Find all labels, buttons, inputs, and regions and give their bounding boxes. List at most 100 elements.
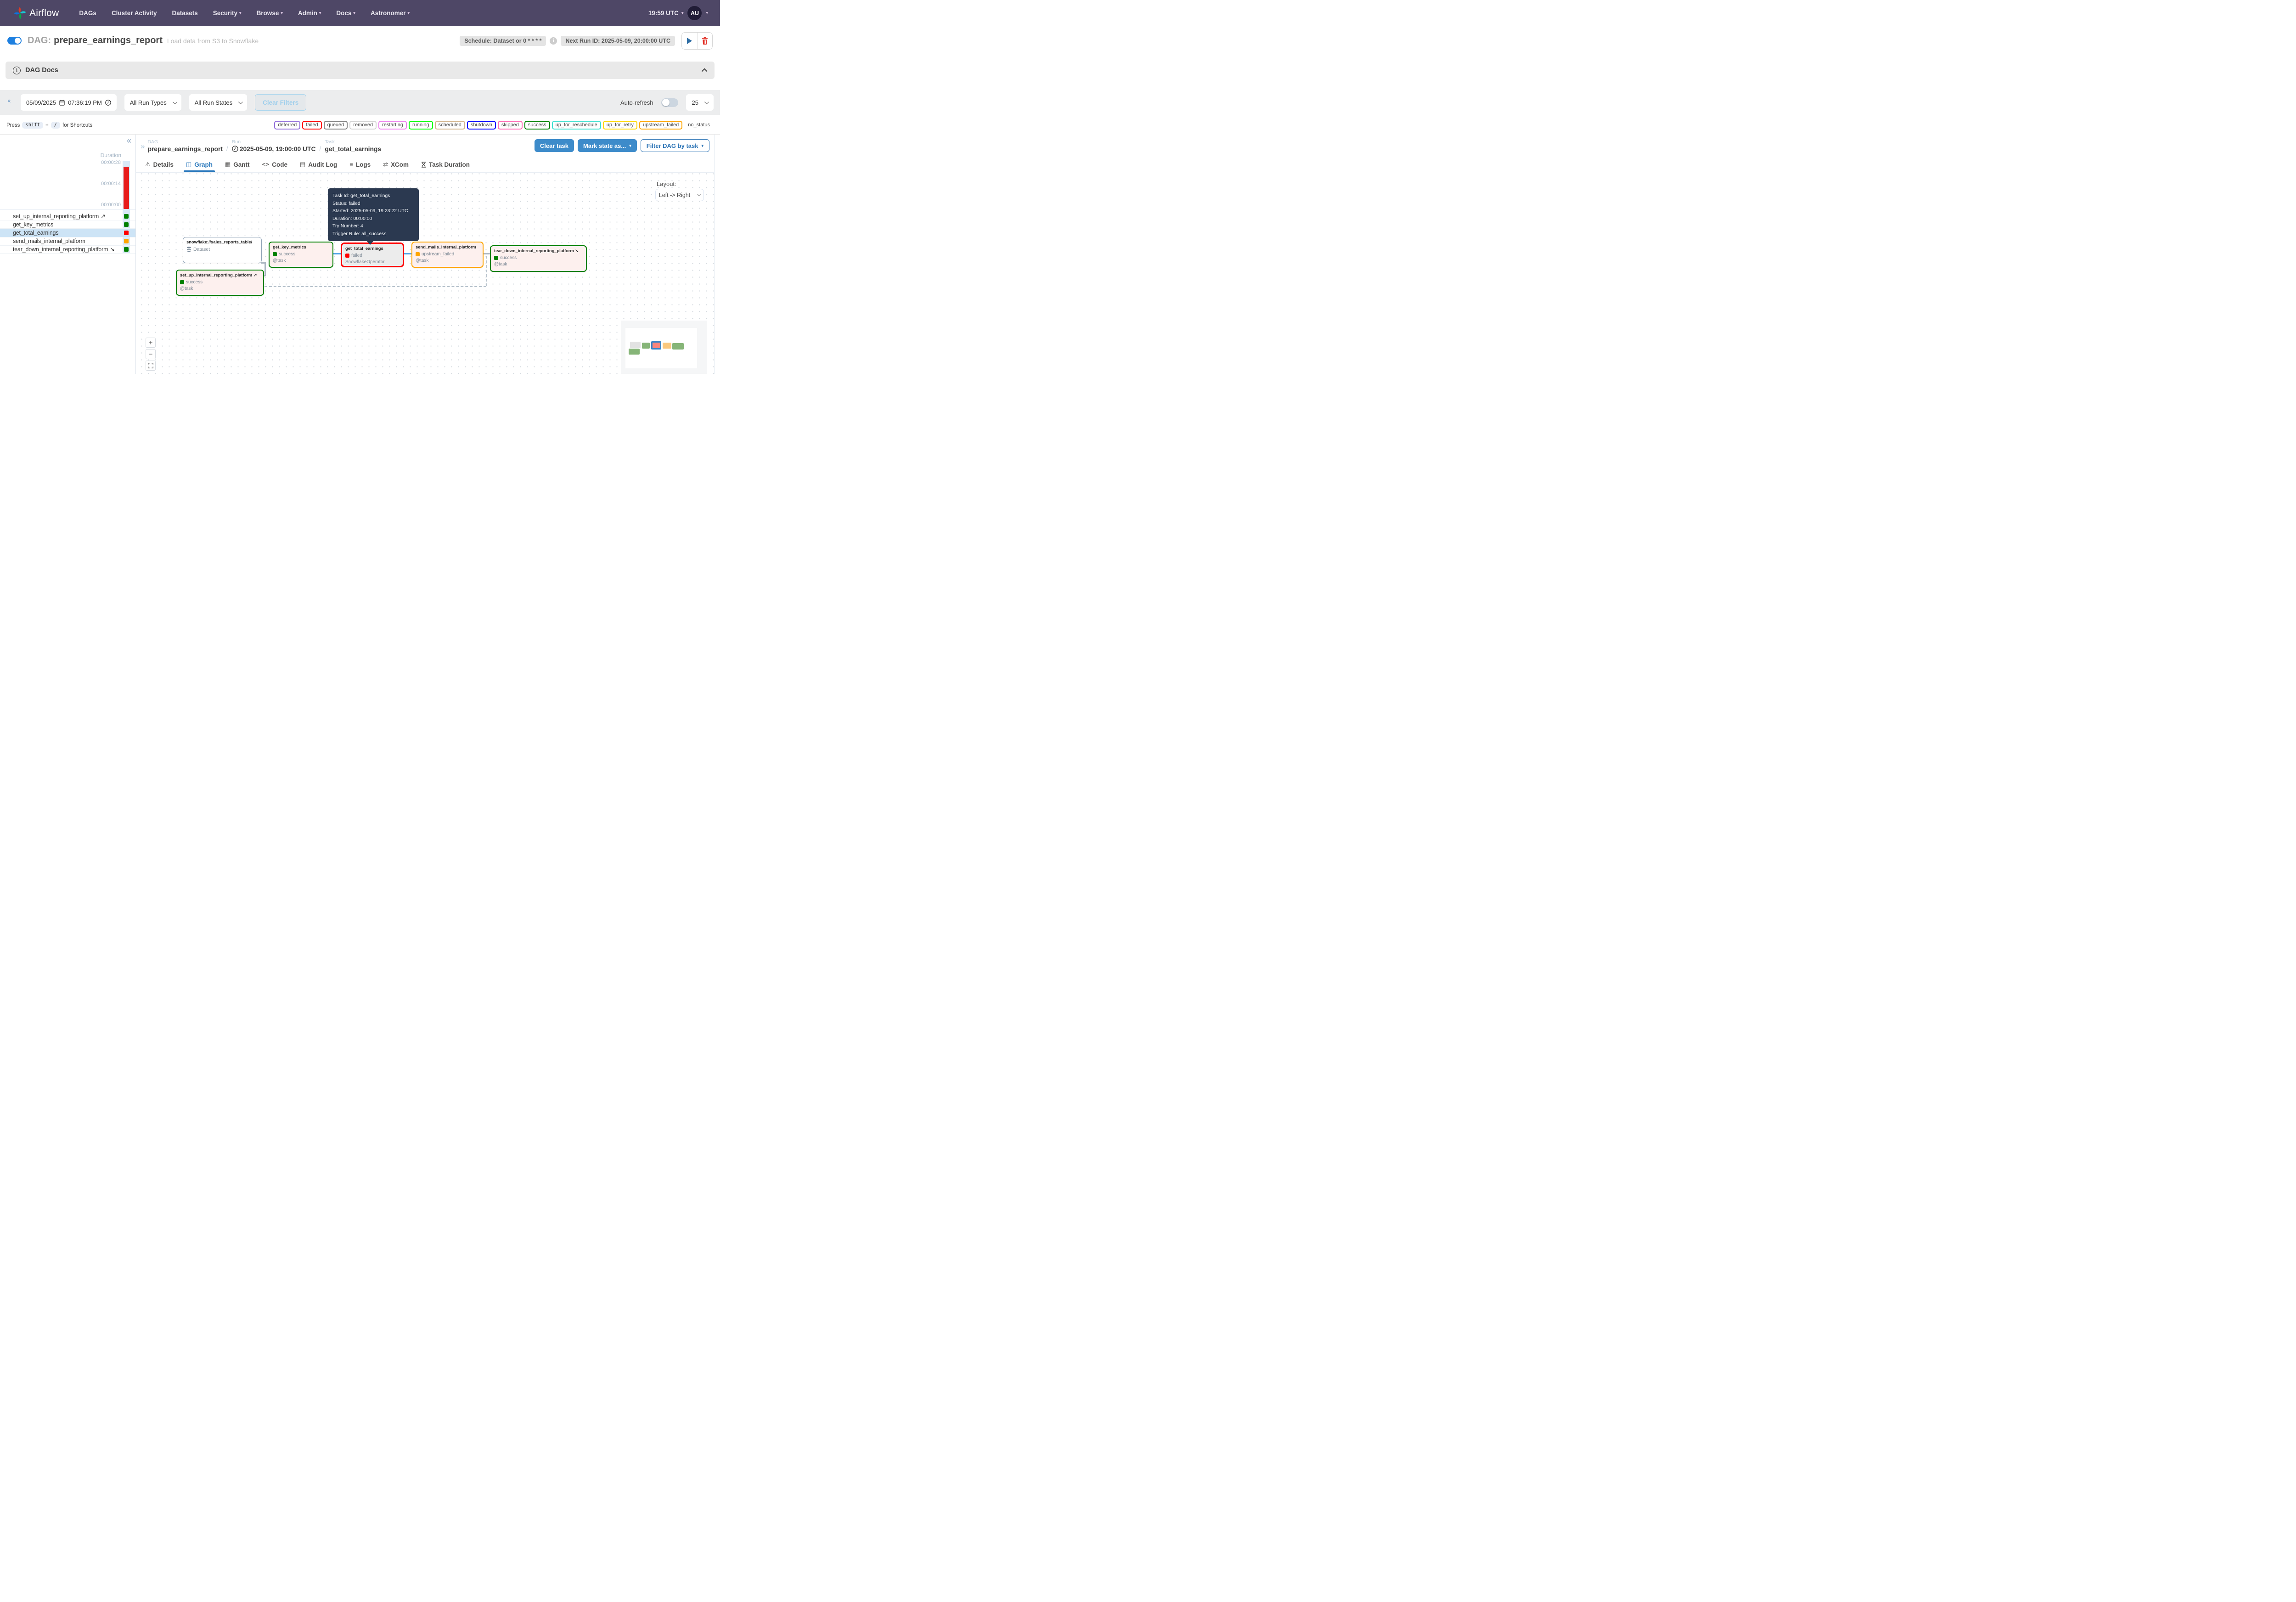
legend-upstream-failed[interactable]: upstream_failed (639, 121, 682, 130)
node-tear-down-internal-reporting-platform[interactable]: tear_down_internal_reporting_platform ↘ … (490, 245, 587, 272)
dag-pause-toggle[interactable] (7, 37, 22, 45)
task-status-square[interactable] (124, 214, 129, 219)
slash-key: / (51, 122, 60, 129)
minimap-node-tear-down (672, 343, 684, 350)
task-row-tear-down-internal-reporting-platform[interactable]: tear_down_internal_reporting_platform↘ (0, 245, 135, 254)
auto-refresh-toggle[interactable] (661, 98, 678, 107)
legend-shutdown[interactable]: shutdown (467, 121, 496, 130)
tab-logs[interactable]: ≡Logs (349, 157, 371, 172)
schedule-info-icon[interactable]: i (550, 37, 557, 45)
navbar-right: 19:59 UTC▾ AU ▾ (648, 6, 708, 20)
duration-tick: 00:00:28 (101, 160, 121, 165)
task-tooltip: Task Id: get_total_earnings Status: fail… (328, 188, 419, 241)
tab-code[interactable]: <>Code (262, 157, 287, 172)
legend-up-for-retry[interactable]: up_for_retry (603, 121, 637, 130)
duration-axis-line (0, 209, 135, 210)
legend-no-status[interactable]: no_status (684, 121, 714, 130)
zoom-in-button[interactable]: + (146, 338, 156, 348)
clear-task-button[interactable]: Clear task (535, 139, 574, 152)
node-dataset-sales-reports-table[interactable]: snowflake://sales_reports_table/ Dataset (183, 237, 262, 263)
run-datetime-input[interactable]: 05/09/2025 07:36:19 PM (21, 94, 117, 111)
avatar[interactable]: AU (687, 6, 702, 20)
caret-down-icon: ▾ (281, 11, 283, 16)
dag-docs-accordion[interactable]: i DAG Docs (6, 62, 715, 79)
gantt-icon: ▦ (225, 161, 231, 168)
nav-item-security[interactable]: Security▾ (213, 10, 242, 17)
task-row-get-key-metrics[interactable]: get_key_metrics (0, 220, 135, 228)
caret-down-icon: ▾ (319, 11, 321, 16)
nav-item-dags[interactable]: DAGs (79, 10, 96, 17)
breadcrumb-run[interactable]: Run 2025-05-09, 19:00:00 UTC (232, 139, 316, 152)
breadcrumb-dag[interactable]: DAG prepare_earnings_report (147, 139, 222, 152)
legend-removed[interactable]: removed (349, 121, 377, 130)
node-set-up-internal-reporting-platform[interactable]: set_up_internal_reporting_platform ↗ suc… (176, 270, 264, 296)
brand-name: Airflow (29, 8, 59, 19)
edge-gettotalearnings-sendmails (404, 253, 411, 254)
legend-running[interactable]: running (409, 121, 433, 130)
collapse-filters-icon[interactable]: « (6, 99, 13, 106)
legend-skipped[interactable]: skipped (498, 121, 523, 130)
legend-restarting[interactable]: restarting (378, 121, 407, 130)
tab-xcom[interactable]: ⇄XCom (383, 157, 409, 172)
task-status-square[interactable] (124, 222, 129, 227)
caret-down-icon[interactable]: ▾ (706, 11, 708, 16)
tooltip-trigger-rule: Trigger Rule: all_success (332, 230, 414, 238)
nav-item-docs[interactable]: Docs▾ (336, 10, 355, 17)
graph-minimap[interactable] (621, 321, 707, 374)
task-status-square[interactable] (124, 247, 129, 252)
nav-item-browse[interactable]: Browse▾ (257, 10, 283, 17)
tab-graph[interactable]: ◫Graph (186, 157, 213, 172)
tab-gantt[interactable]: ▦Gantt (225, 157, 250, 172)
duration-axis-label: Duration (101, 152, 121, 158)
delete-dag-button[interactable] (697, 33, 712, 49)
legend-deferred[interactable]: deferred (274, 121, 300, 130)
duration-tick: 00:00:14 (101, 181, 121, 186)
legend-row: Press shift + / for Shortcuts deferred f… (6, 118, 714, 132)
tab-task-duration[interactable]: Task Duration (421, 157, 470, 172)
task-status-square[interactable] (124, 231, 129, 235)
legend-scheduled[interactable]: scheduled (435, 121, 465, 130)
run-states-select[interactable]: All Run States (189, 94, 247, 111)
breadcrumb-chevrons-icon[interactable]: » (141, 142, 145, 151)
logs-icon: ≡ (349, 161, 353, 168)
node-send-mails-internal-platform[interactable]: send_mails_internal_platform upstream_fa… (411, 242, 484, 268)
airflow-brand[interactable]: Airflow (14, 7, 59, 19)
breadcrumb-task[interactable]: Task get_total_earnings (325, 139, 381, 152)
tab-audit-log[interactable]: ▤Audit Log (300, 157, 337, 172)
legend-success[interactable]: success (524, 121, 550, 130)
legend-up-for-reschedule[interactable]: up_for_reschedule (552, 121, 601, 130)
page-size-select[interactable]: 25 (686, 94, 714, 111)
trigger-dag-button[interactable] (682, 33, 697, 49)
fit-view-button[interactable] (146, 361, 156, 371)
next-run-badge: Next Run ID: 2025-05-09, 20:00:00 UTC (561, 36, 675, 46)
schedule-badge: Schedule: Dataset or 0 * * * * (460, 36, 546, 46)
clear-filters-button[interactable]: Clear Filters (255, 94, 306, 111)
legend-failed[interactable]: failed (302, 121, 321, 130)
node-get-total-earnings[interactable]: get_total_earnings failed SnowflakeOpera… (341, 243, 404, 267)
task-status-square[interactable] (124, 239, 129, 243)
minimap-node-send-mails (663, 343, 671, 349)
layout-select[interactable]: Left -> Right (655, 189, 704, 201)
mark-state-button[interactable]: Mark state as...▾ (578, 139, 637, 152)
nav-item-cluster-activity[interactable]: Cluster Activity (112, 10, 157, 17)
utc-clock-menu[interactable]: 19:59 UTC▾ (648, 10, 684, 17)
zoom-out-button[interactable]: − (146, 349, 156, 359)
auto-refresh-label: Auto-refresh (620, 99, 653, 106)
graph-canvas[interactable]: snowflake://sales_reports_table/ Dataset… (136, 173, 714, 374)
task-row-send-mails-internal-platform[interactable]: send_mails_internal_platform (0, 237, 135, 245)
run-duration-bar[interactable] (124, 167, 129, 209)
nav-item-astronomer[interactable]: Astronomer▾ (371, 10, 410, 17)
nav-item-datasets[interactable]: Datasets (172, 10, 197, 17)
task-row-get-total-earnings[interactable]: get_total_earnings (0, 228, 135, 237)
legend-queued[interactable]: queued (324, 121, 348, 130)
filter-dag-by-task-button[interactable]: Filter DAG by task▾ (641, 139, 709, 152)
caret-down-icon: ▾ (407, 11, 410, 16)
minimap-node-get-total-earnings (651, 341, 661, 350)
tab-details[interactable]: ⚠Details (145, 157, 174, 172)
nav-item-admin[interactable]: Admin▾ (298, 10, 321, 17)
collapse-sidebar-icon[interactable]: « (127, 136, 131, 145)
node-get-key-metrics[interactable]: get_key_metrics success @task (269, 242, 333, 268)
task-row-set-up-internal-reporting-platform[interactable]: set_up_internal_reporting_platform↗ (0, 212, 135, 220)
run-types-select[interactable]: All Run Types (124, 94, 181, 111)
chevron-up-icon (702, 68, 708, 74)
